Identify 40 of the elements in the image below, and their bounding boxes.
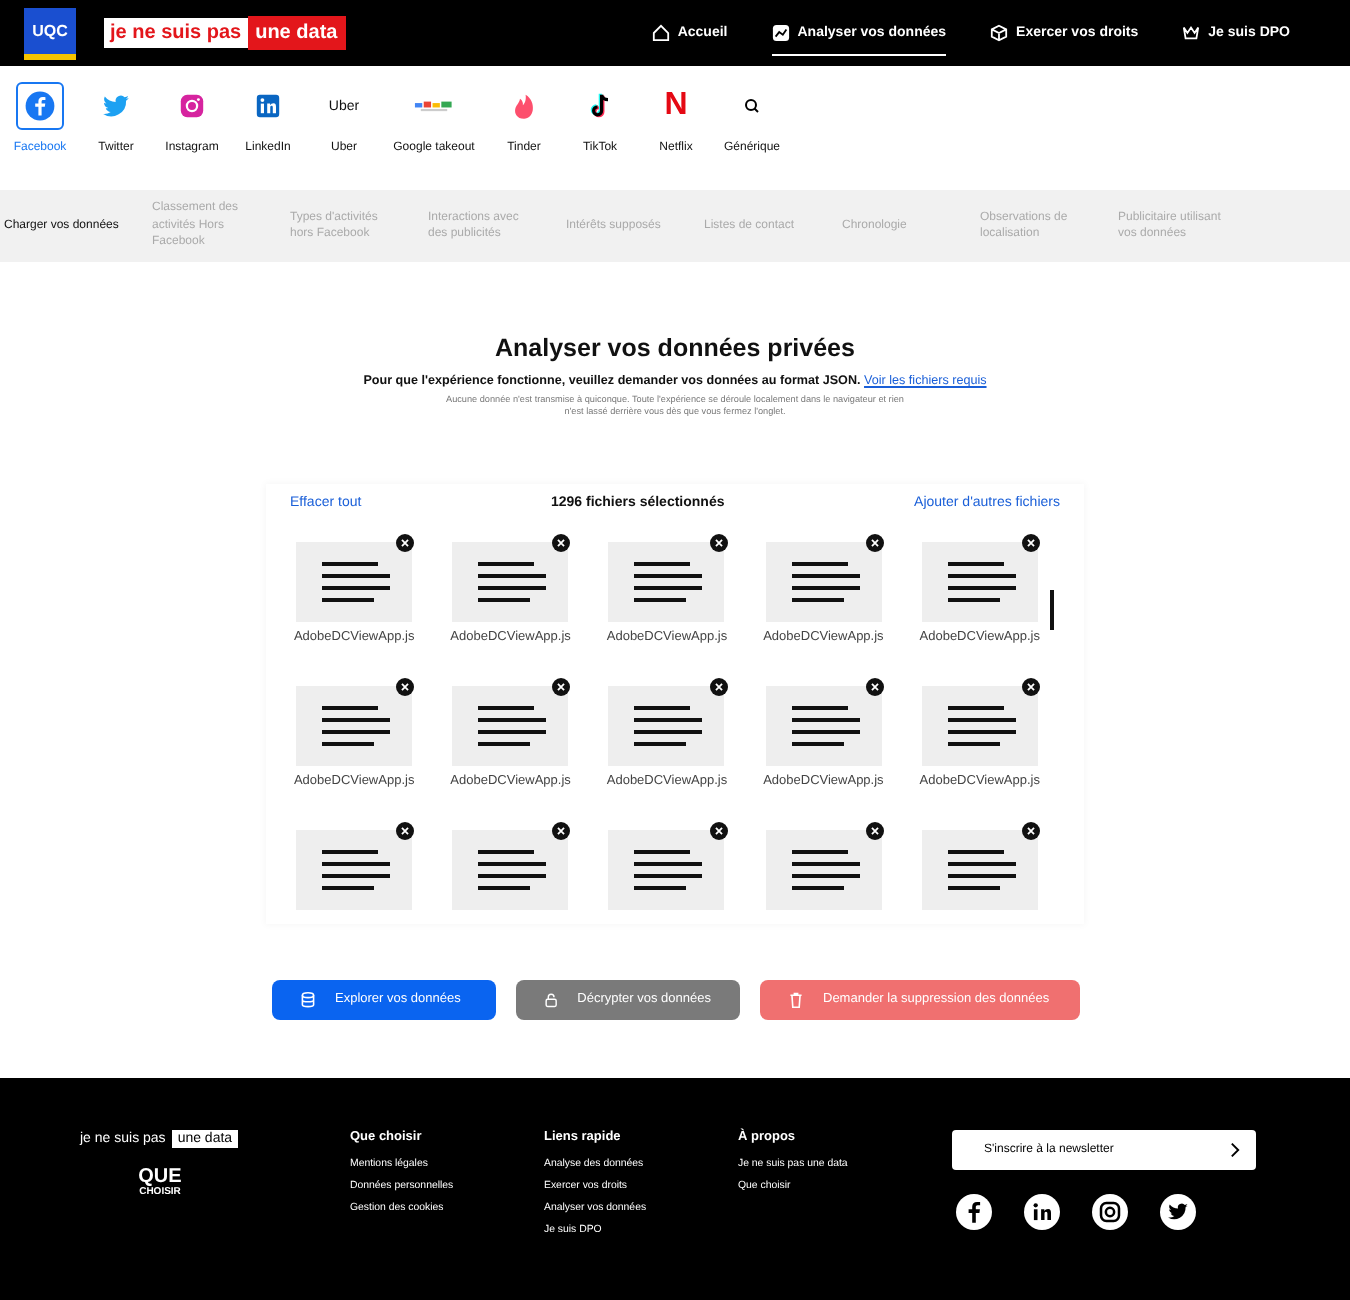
remove-icon[interactable]: [709, 533, 728, 552]
linkedin-icon: [252, 90, 284, 122]
tagline-text: je ne suis pas: [104, 18, 248, 48]
home-icon: [651, 23, 670, 41]
remove-icon[interactable]: [552, 533, 571, 552]
chevron-icon: [1230, 1142, 1240, 1158]
logo-badge: UQC: [24, 7, 76, 59]
scrollbar-thumb[interactable]: [1050, 589, 1054, 630]
camera-icon: [176, 90, 208, 122]
logo-text: N: [664, 90, 688, 122]
facebook-icon: [24, 90, 56, 122]
remove-icon[interactable]: [1021, 533, 1040, 552]
database-icon: [299, 991, 315, 1008]
remove-icon[interactable]: [709, 821, 728, 840]
remove-icon[interactable]: [396, 821, 415, 840]
remove-icon[interactable]: [396, 533, 415, 552]
unlock-icon: [543, 991, 558, 1008]
remove-icon[interactable]: [396, 677, 415, 696]
cube-icon: [990, 23, 1009, 41]
facebook-icon[interactable]: [956, 1194, 992, 1230]
camera-icon[interactable]: [1092, 1194, 1128, 1230]
tagline-highlight: une data: [247, 16, 346, 50]
bird-icon: [100, 90, 132, 122]
search-icon: [742, 96, 762, 116]
bird-icon[interactable]: [1160, 1194, 1196, 1230]
remove-icon[interactable]: [709, 677, 728, 696]
trash-icon: [787, 991, 803, 1008]
remove-icon[interactable]: [865, 821, 884, 840]
remove-icon[interactable]: [552, 821, 571, 840]
multicolor-logo-icon: [412, 96, 456, 116]
remove-icon[interactable]: [552, 677, 571, 696]
remove-icon[interactable]: [1021, 821, 1040, 840]
page-title: Analyser vos données privées: [495, 334, 855, 362]
remove-icon[interactable]: [865, 677, 884, 696]
remove-icon[interactable]: [865, 533, 884, 552]
linkedin-icon[interactable]: [1024, 1194, 1060, 1230]
chart-icon: [771, 23, 790, 41]
remove-icon[interactable]: [1021, 677, 1040, 696]
logo-text: QUE: [138, 1168, 182, 1188]
crown-icon: [1182, 23, 1201, 41]
